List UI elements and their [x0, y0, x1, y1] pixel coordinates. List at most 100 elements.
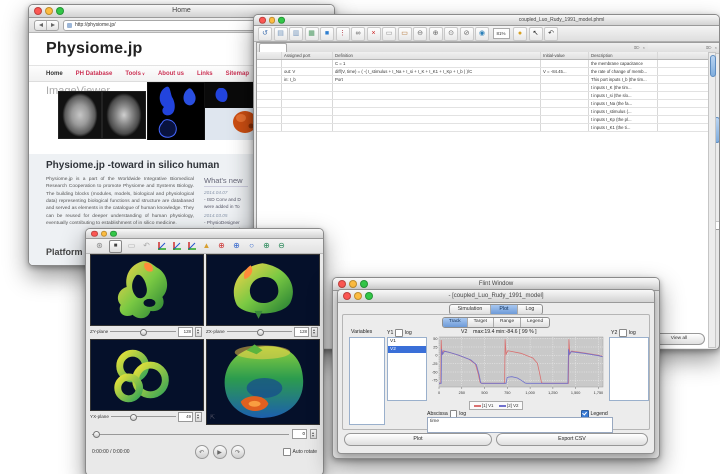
close-button[interactable] [91, 230, 98, 237]
step-forward-button[interactable]: ↷ [231, 445, 245, 459]
slider-thumb[interactable] [140, 329, 147, 336]
table-row[interactable]: t inputs I_Na (the fa... [257, 100, 709, 108]
minimize-button[interactable] [349, 280, 357, 288]
slider-stepper[interactable] [195, 327, 202, 337]
nav-item-about-us[interactable]: About us [158, 71, 184, 77]
module-icon[interactable]: ■ [320, 27, 334, 41]
timeline-stepper[interactable] [310, 429, 317, 439]
tab-log[interactable]: Log [517, 305, 543, 314]
export-csv-button[interactable]: Export CSV [496, 433, 648, 446]
timeline-value[interactable]: 0 [292, 429, 307, 439]
minimize-button[interactable] [101, 230, 108, 237]
slider-stepper[interactable] [195, 412, 202, 422]
duplicate-icon[interactable]: ▭ [398, 27, 412, 41]
settings-icon[interactable]: ⊛ [94, 241, 105, 252]
panel-controls-icon[interactable]: ⌦ × [706, 45, 718, 50]
plot-area[interactable]: 50250-25-50-7502505007501,0001,2501,5001… [427, 335, 607, 401]
view-all-button[interactable]: View all [653, 333, 705, 345]
viewport-zy[interactable] [90, 254, 204, 326]
slider-thumb[interactable] [257, 329, 264, 336]
axis-zxy-icon[interactable] [186, 241, 197, 252]
zoom-out-icon[interactable]: ⊖ [276, 241, 287, 252]
zoom-button[interactable] [360, 280, 368, 288]
axis-yzx-icon[interactable] [171, 241, 182, 252]
table-row[interactable]: t inputs I_K (the tim... [257, 84, 709, 92]
minimize-button[interactable] [354, 292, 362, 300]
rotate-x-icon[interactable]: ⊕ [216, 241, 227, 252]
slider-track[interactable] [111, 416, 176, 417]
subtab-range[interactable]: Range [493, 318, 520, 327]
variable-item-v2[interactable]: V2 [388, 346, 426, 354]
forward-icon[interactable] [46, 21, 58, 30]
column-header[interactable]: Description [589, 52, 658, 59]
document-titlebar[interactable]: - [coupled_Luo_Rudy_1991_model] [338, 290, 654, 303]
column-header[interactable] [257, 52, 282, 59]
slider-track[interactable] [110, 331, 176, 332]
y1-list[interactable]: V1V2 [387, 337, 427, 401]
abscissa-input[interactable]: time [427, 417, 613, 433]
rotate-y-icon[interactable]: ⊕ [231, 241, 242, 252]
capture-icon[interactable]: ▭ [126, 241, 137, 252]
timeline-thumb[interactable] [93, 431, 100, 438]
slider-value[interactable]: 128 [294, 327, 309, 337]
panel-controls-icon[interactable]: ⌦ × [634, 45, 646, 50]
column-header[interactable]: Initial-value [541, 52, 589, 59]
column-header[interactable]: Assigned port [282, 52, 333, 59]
y1-log-checkbox[interactable] [395, 329, 403, 337]
rotate-free-icon[interactable]: ○ [246, 241, 257, 252]
zoom-fit-icon[interactable]: ⊘ [460, 27, 474, 41]
brain-mri-thumbnail[interactable] [58, 91, 102, 139]
column-header[interactable]: Definition [333, 52, 541, 59]
back-icon[interactable]: ↺ [258, 27, 272, 41]
close-button[interactable] [34, 7, 42, 15]
variables-list[interactable] [349, 337, 385, 425]
zoom-button[interactable] [278, 17, 285, 24]
table-row[interactable]: t inputs I_stimulus (... [257, 108, 709, 116]
save-icon[interactable]: ▥ [289, 27, 303, 41]
designer-titlebar[interactable]: coupled_Luo_Rudy_1991_model.phml [254, 15, 719, 26]
zoom-button[interactable] [56, 7, 64, 15]
zoom-in-icon[interactable]: ⊕ [429, 27, 443, 41]
viewport-yx[interactable] [90, 339, 204, 411]
axis-xyz-icon[interactable] [156, 241, 167, 252]
slider-thumb[interactable] [130, 414, 137, 421]
nav-item-ph-database[interactable]: PH Database [76, 71, 113, 77]
timeline-track[interactable] [92, 434, 289, 435]
undo-icon[interactable]: ↶ [141, 241, 152, 252]
table-row[interactable]: t inputs I_K1 (the ti... [257, 124, 709, 132]
nav-item-tools[interactable]: Tools ∨ [125, 71, 145, 77]
table-row[interactable]: C = 1the membrane capacitance [257, 60, 709, 68]
zoom-in-icon[interactable]: ⊕ [261, 241, 272, 252]
slider-value[interactable]: 49 [178, 412, 193, 422]
viewer-titlebar[interactable] [86, 229, 323, 239]
open-folder-icon[interactable]: ▤ [274, 27, 288, 41]
tab-simulation[interactable]: Simulation [450, 305, 491, 314]
tab-plot[interactable]: Plot [490, 305, 516, 314]
pointer-icon[interactable]: ↖ [529, 27, 543, 41]
v-scrollbar[interactable] [708, 52, 716, 348]
heart-segment-thumbnail[interactable] [147, 82, 205, 140]
zoom-actual-icon[interactable]: ⊙ [444, 27, 458, 41]
copy-icon[interactable]: ▭ [382, 27, 396, 41]
viewport-zx[interactable] [206, 254, 320, 326]
y2-list[interactable] [609, 337, 649, 401]
scale-icon[interactable]: ▲ [201, 241, 212, 252]
pq-table-tab[interactable] [259, 43, 287, 52]
back-icon[interactable] [35, 21, 46, 30]
stop-icon[interactable]: ■ [109, 240, 122, 253]
nav-item-sitemap[interactable]: Sitemap [226, 71, 249, 77]
play-button[interactable]: ▶ [213, 445, 227, 459]
slider-stepper[interactable] [311, 327, 318, 337]
v-scroll-thumb[interactable] [710, 55, 716, 77]
table-row[interactable]: out: Vdiff(V, time) = ( -( I_stimulus + … [257, 68, 709, 76]
snapshot-icon[interactable]: ▦ [305, 27, 319, 41]
subtab-track[interactable]: Track [443, 318, 467, 327]
undo-icon[interactable]: ↶ [544, 27, 558, 41]
slider-track[interactable] [227, 331, 292, 332]
close-button[interactable] [259, 17, 266, 24]
slider-value[interactable]: 128 [178, 327, 193, 337]
web-icon[interactable]: ◉ [475, 27, 489, 41]
viewport-3d[interactable]: ⇱ [206, 339, 320, 425]
zoom-button[interactable] [365, 292, 373, 300]
zoom-out-icon[interactable]: ⊖ [413, 27, 427, 41]
